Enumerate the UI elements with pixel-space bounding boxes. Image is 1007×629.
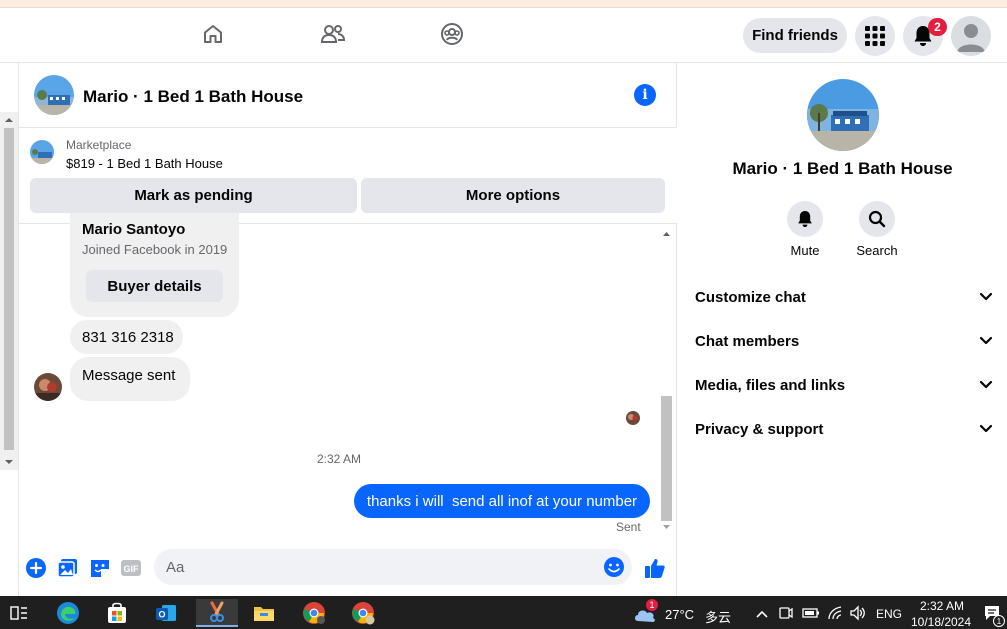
message-bubble[interactable]: 831 316 2318 <box>70 320 183 354</box>
listing-thumbnail[interactable] <box>30 140 54 164</box>
svg-text:GIF: GIF <box>124 564 140 574</box>
menu-label: Privacy & support <box>695 420 824 438</box>
notification-center-badge: 1 <box>993 615 1005 627</box>
menu-privacy-support[interactable]: Privacy & support <box>695 407 993 451</box>
menu-label: Chat members <box>695 332 800 350</box>
listing-title[interactable]: $819 - 1 Bed 1 Bath House <box>66 156 223 171</box>
windows-taskbar: O 1 27°C 多云 ENG 2:32 AM 10/18/2024 1 <box>0 596 1007 629</box>
marketplace-label: Marketplace <box>66 138 132 152</box>
message-text: Message sent <box>82 367 176 384</box>
thumbs-up-icon[interactable] <box>644 557 666 579</box>
chrome-icon[interactable] <box>299 599 329 627</box>
clock-time[interactable]: 2:32 AM <box>912 599 972 613</box>
top-navbar: Find friends 2 <box>0 8 1007 63</box>
battery-icon[interactable] <box>802 607 820 622</box>
search-button[interactable]: Search <box>847 201 907 258</box>
menu-customize-chat[interactable]: Customize chat <box>695 275 993 319</box>
chrome-profile-icon[interactable] <box>348 599 378 627</box>
info-icon[interactable]: i <box>634 84 656 106</box>
meet-now-icon[interactable] <box>779 605 793 624</box>
edge-icon[interactable] <box>53 599 83 627</box>
chevron-down-icon <box>979 380 993 389</box>
task-view-icon[interactable] <box>4 599 34 627</box>
chevron-down-icon <box>979 292 993 301</box>
find-friends-button[interactable]: Find friends <box>743 18 847 53</box>
svg-text:O: O <box>158 610 165 620</box>
weather-text[interactable]: 多云 <box>705 607 731 626</box>
page-scrollbar-thumb[interactable] <box>4 128 14 450</box>
more-options-button[interactable]: More options <box>361 178 665 213</box>
message-input-wrapper <box>154 549 632 585</box>
store-icon[interactable] <box>102 599 132 627</box>
scroll-up-icon[interactable] <box>0 114 18 126</box>
chat-title[interactable]: Mario · 1 Bed 1 Bath House <box>83 87 303 107</box>
chat-scrollbar-thumb[interactable] <box>661 396 672 521</box>
mute-button[interactable]: Mute <box>775 201 835 258</box>
chat-panel: Mario · 1 Bed 1 Bath House i Marketplace… <box>19 63 677 596</box>
details-title: Mario · 1 Bed 1 Bath House <box>732 159 953 178</box>
photo-icon[interactable] <box>57 557 79 579</box>
scroll-up-icon[interactable] <box>659 228 674 240</box>
page-scrollbar[interactable] <box>0 112 18 470</box>
scroll-down-icon[interactable] <box>659 521 674 533</box>
home-icon[interactable] <box>199 20 227 48</box>
emoji-icon[interactable] <box>603 556 625 578</box>
chevron-up-icon[interactable] <box>755 607 769 622</box>
read-receipt-avatar <box>626 411 640 425</box>
message-bubble[interactable]: Message sent <box>70 357 190 401</box>
chat-scrollbar[interactable] <box>659 226 674 533</box>
scroll-down-icon[interactable] <box>0 456 18 468</box>
mute-label: Mute <box>790 243 820 258</box>
chevron-down-icon <box>979 336 993 345</box>
weather-badge: 1 <box>646 599 658 611</box>
buyer-details-button[interactable]: Buyer details <box>86 270 223 302</box>
file-explorer-icon[interactable] <box>249 599 279 627</box>
mark-pending-button[interactable]: Mark as pending <box>30 178 357 213</box>
message-composer: GIF <box>19 544 677 596</box>
message-timestamp: 2:32 AM <box>316 452 362 466</box>
friends-icon[interactable] <box>319 20 347 48</box>
chevron-down-icon <box>979 424 993 433</box>
browser-top-strip <box>0 0 1007 8</box>
search-label: Search <box>856 243 898 258</box>
wifi-icon[interactable] <box>827 605 843 624</box>
outlook-icon[interactable]: O <box>151 599 181 627</box>
profile-avatar[interactable] <box>951 16 991 56</box>
menu-media-files-links[interactable]: Media, files and links <box>695 363 993 407</box>
temperature[interactable]: 27°C <box>665 607 694 622</box>
menu-grid-button[interactable] <box>855 16 895 56</box>
chat-details-panel: Mario · 1 Bed 1 Bath House Mute Search C… <box>678 63 1007 596</box>
outgoing-message[interactable]: thanks i will send all inof at your numb… <box>354 484 650 518</box>
buyer-name: Mario Santoyo <box>82 221 186 238</box>
message-input[interactable] <box>166 549 586 585</box>
language-indicator[interactable]: ENG <box>876 607 902 621</box>
groups-icon[interactable] <box>438 20 466 48</box>
plus-icon[interactable] <box>25 557 47 579</box>
sender-avatar[interactable] <box>34 373 62 401</box>
details-avatar[interactable] <box>807 79 879 151</box>
grid-icon <box>865 26 885 46</box>
message-status: Sent <box>616 520 641 534</box>
notification-badge: 2 <box>928 18 947 36</box>
menu-chat-members[interactable]: Chat members <box>695 319 993 363</box>
volume-icon[interactable] <box>849 605 867 624</box>
chat-header: Mario · 1 Bed 1 Bath House i <box>19 63 677 128</box>
chat-avatar[interactable] <box>34 75 74 115</box>
marketplace-listing-bar: Marketplace $819 - 1 Bed 1 Bath House Ma… <box>19 128 677 224</box>
clock-date[interactable]: 10/18/2024 <box>906 615 976 629</box>
gif-icon[interactable]: GIF <box>120 557 142 579</box>
message-text: 831 316 2318 <box>82 328 174 346</box>
sticker-icon[interactable] <box>89 557 111 579</box>
snipping-tool-icon[interactable] <box>196 599 238 627</box>
menu-label: Media, files and links <box>695 376 846 394</box>
menu-label: Customize chat <box>695 288 806 306</box>
buyer-joined: Joined Facebook in 2019 <box>82 242 228 257</box>
search-icon <box>868 210 886 228</box>
bell-icon <box>798 211 812 227</box>
